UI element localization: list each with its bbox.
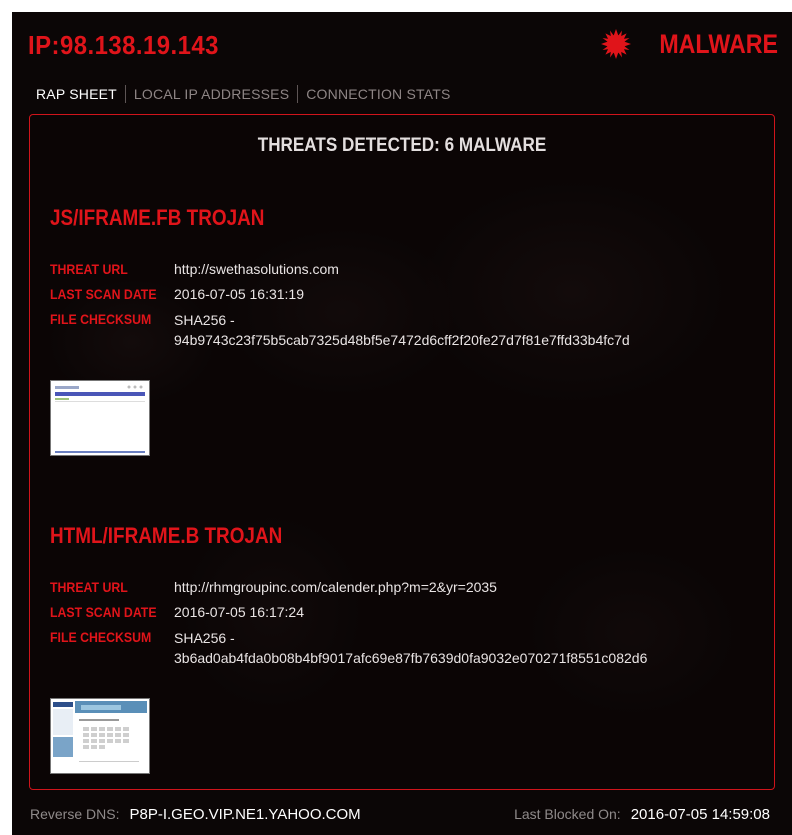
file-checksum-value: SHA256 - 3b6ad0ab4fda0b08b4bf9017afc69e8…	[174, 625, 647, 668]
site-preview-image	[51, 381, 149, 455]
last-scan-value: 2016-07-05 16:31:19	[174, 286, 304, 302]
threats-panel: THREATS DETECTED: 6 MALWARE JS/IFRAME.FB…	[29, 114, 775, 790]
file-checksum-value: SHA256 - 94b9743c23f75b5cab7325d48bf5e74…	[174, 307, 630, 350]
last-blocked-value: 2016-07-05 14:59:08	[630, 806, 770, 823]
threat-url-row: THREAT URL http://swethasolutions.com	[50, 257, 750, 282]
reverse-dns-label: Reverse DNS:	[30, 806, 120, 822]
checksum-hash: 94b9743c23f75b5cab7325d48bf5e7472d6cff2f…	[174, 332, 630, 348]
threat-url-value[interactable]: http://rhmgroupinc.com/calender.php?m=2&…	[174, 575, 497, 600]
threat-name: JS/IFRAME.FB TROJAN	[50, 205, 265, 230]
threat-url-label: THREAT URL	[50, 579, 128, 595]
malware-report-window: IP:98.138.19.143 MALWARE RAP SHEET LOCAL…	[12, 12, 792, 835]
threats-detected-title: THREATS DETECTED: 6 MALWARE	[257, 135, 547, 156]
last-blocked: Last Blocked On: 2016-07-05 14:59:08	[514, 806, 770, 823]
reverse-dns: Reverse DNS: P8P-I.GEO.VIP.NE1.YAHOO.COM	[30, 806, 361, 823]
checksum-algorithm: SHA256 -	[174, 312, 235, 328]
ip-title: IP:98.138.19.143	[28, 30, 219, 60]
threat-url-row: THREAT URL http://rhmgroupinc.com/calend…	[50, 575, 750, 600]
file-checksum-label: FILE CHECKSUM	[50, 629, 152, 645]
threat-entry: HTML/IFRAME.B TROJAN THREAT URL http://r…	[50, 523, 750, 774]
checksum-hash: 3b6ad0ab4fda0b08b4bf9017afc69e87fb7639d0…	[174, 650, 648, 666]
site-preview-image	[51, 699, 149, 773]
file-checksum-row: FILE CHECKSUM SHA256 - 94b9743c23f75b5ca…	[50, 307, 750, 350]
tab-connection-stats[interactable]: CONNECTION STATS	[298, 86, 458, 102]
threat-url-value[interactable]: http://swethasolutions.com	[174, 257, 339, 282]
tab-bar: RAP SHEET LOCAL IP ADDRESSES CONNECTION …	[36, 85, 459, 103]
last-scan-label: LAST SCAN DATE	[50, 604, 157, 620]
tab-local-ip-addresses[interactable]: LOCAL IP ADDRESSES	[126, 86, 297, 102]
site-screenshot-thumbnail[interactable]	[50, 380, 150, 456]
file-checksum-label: FILE CHECKSUM	[50, 311, 152, 327]
threat-url-label: THREAT URL	[50, 261, 128, 277]
footer: Reverse DNS: P8P-I.GEO.VIP.NE1.YAHOO.COM…	[30, 806, 770, 823]
threat-entry: JS/IFRAME.FB TROJAN THREAT URL http://sw…	[50, 205, 750, 456]
site-screenshot-thumbnail[interactable]	[50, 698, 150, 774]
malware-brand: MALWARE	[600, 28, 778, 60]
last-scan-value: 2016-07-05 16:17:24	[174, 604, 304, 620]
reverse-dns-value: P8P-I.GEO.VIP.NE1.YAHOO.COM	[129, 806, 361, 823]
checksum-algorithm: SHA256 -	[174, 630, 235, 646]
threat-name: HTML/IFRAME.B TROJAN	[50, 523, 283, 548]
last-scan-row: LAST SCAN DATE 2016-07-05 16:17:24	[50, 600, 750, 625]
last-blocked-label: Last Blocked On:	[514, 806, 621, 822]
last-scan-row: LAST SCAN DATE 2016-07-05 16:31:19	[50, 282, 750, 307]
tab-rap-sheet[interactable]: RAP SHEET	[36, 86, 125, 102]
brand-label: MALWARE	[659, 28, 778, 59]
file-checksum-row: FILE CHECKSUM SHA256 - 3b6ad0ab4fda0b08b…	[50, 625, 750, 668]
last-scan-label: LAST SCAN DATE	[50, 286, 157, 302]
virus-icon	[601, 29, 631, 59]
threat-details: THREAT URL http://swethasolutions.com LA…	[50, 257, 750, 350]
threat-details: THREAT URL http://rhmgroupinc.com/calend…	[50, 575, 750, 668]
